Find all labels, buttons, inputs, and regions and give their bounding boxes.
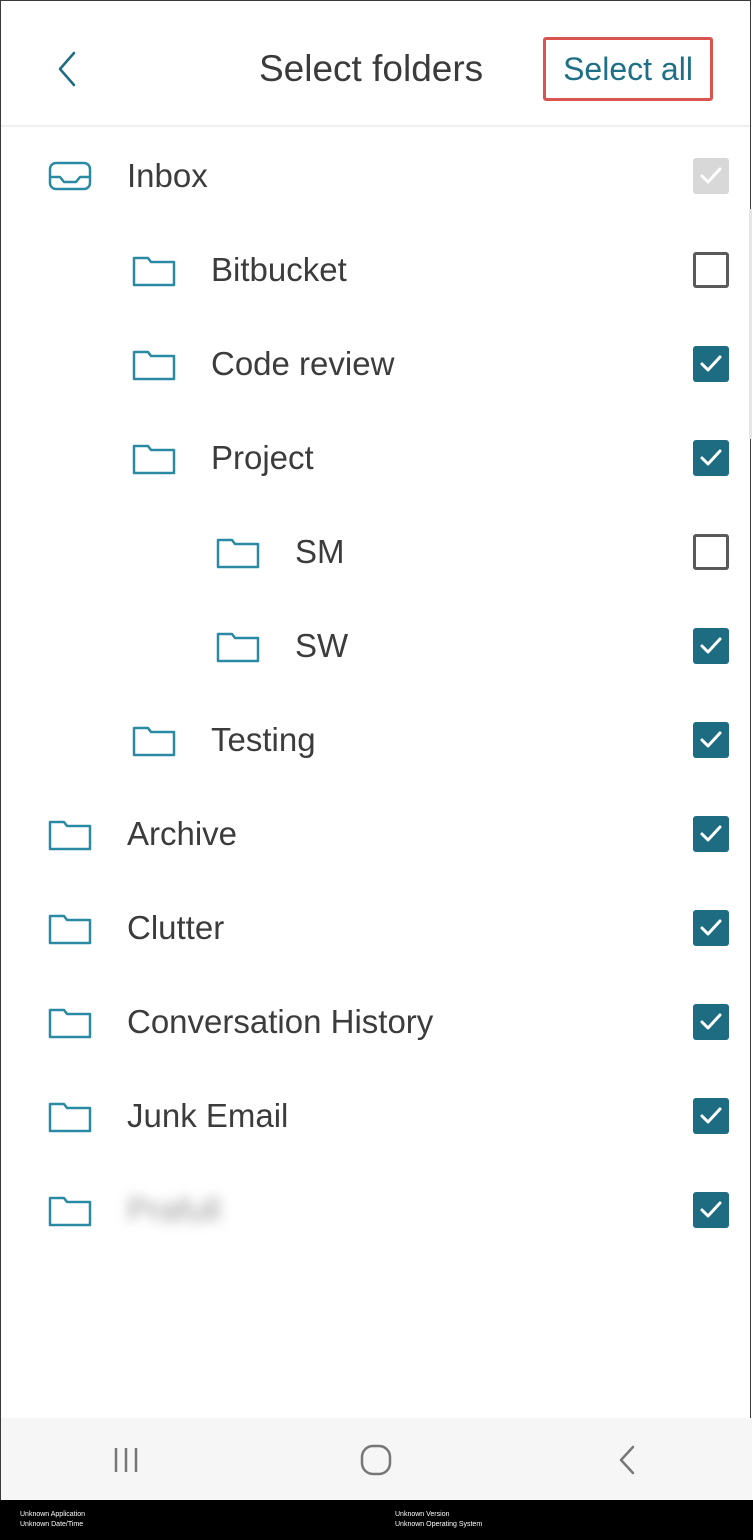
footer-version: Unknown Version (395, 1511, 450, 1518)
folder-icon (45, 1096, 95, 1136)
folder-checkbox[interactable] (693, 722, 729, 758)
folder-checkbox[interactable] (693, 1192, 729, 1228)
folder-checkbox[interactable] (693, 1098, 729, 1134)
folder-icon (45, 908, 95, 948)
folder-label: Conversation History (127, 1003, 434, 1040)
folder-row[interactable]: Testing (1, 693, 750, 787)
folder-checkbox (693, 158, 729, 194)
app-screen: Select folders Select all Inbox Bitbucket… (0, 0, 752, 1501)
chevron-left-icon (58, 51, 76, 87)
folder-row[interactable]: Project (1, 411, 750, 505)
folder-checkbox[interactable] (693, 816, 729, 852)
folder-label: Project (211, 439, 314, 476)
folder-checkbox[interactable] (693, 534, 729, 570)
select-all-button[interactable]: Select all (543, 37, 713, 101)
folder-row[interactable]: Junk Email (1, 1069, 750, 1163)
folder-label: Inbox (127, 157, 208, 194)
folder-row[interactable]: SM (1, 505, 750, 599)
folder-label: Code review (211, 345, 395, 382)
home-button[interactable] (336, 1430, 416, 1490)
folder-row[interactable]: Archive (1, 787, 750, 881)
folder-label: Prafull (127, 1191, 221, 1228)
folder-icon (45, 814, 95, 854)
footer-datetime: Unknown Date/Time (20, 1521, 84, 1528)
footer-bar: Unknown Application Unknown Date/Time Un… (0, 1500, 753, 1540)
folder-label: Clutter (127, 909, 225, 946)
folder-icon (45, 1190, 95, 1230)
folder-icon (213, 532, 263, 572)
system-back-button[interactable] (587, 1430, 667, 1490)
folder-row[interactable]: Clutter (1, 881, 750, 975)
folder-checkbox[interactable] (693, 346, 729, 382)
recent-apps-button[interactable] (86, 1430, 166, 1490)
folder-label: SW (295, 627, 349, 664)
folder-icon (45, 1002, 95, 1042)
footer-os: Unknown Operating System (395, 1521, 483, 1528)
folder-row[interactable]: SW (1, 599, 750, 693)
header: Select folders Select all (1, 1, 750, 127)
folder-icon (129, 250, 179, 290)
home-icon (361, 1444, 392, 1475)
folder-row[interactable]: Inbox (1, 129, 750, 223)
folder-icon (129, 720, 179, 760)
folder-checkbox[interactable] (693, 628, 729, 664)
footer-application: Unknown Application (20, 1511, 85, 1518)
recent-apps-icon (114, 1447, 138, 1472)
folder-checkbox[interactable] (693, 1004, 729, 1040)
back-button[interactable] (45, 43, 89, 95)
folder-icon (129, 438, 179, 478)
folder-label: Junk Email (127, 1097, 289, 1134)
inbox-icon (45, 156, 95, 196)
folder-row[interactable]: Prafull (1, 1163, 750, 1257)
folder-checkbox[interactable] (693, 440, 729, 476)
folder-icon (129, 344, 179, 384)
folder-list: Inbox Bitbucket Code review Project SM SW Test… (1, 129, 750, 1257)
folder-row[interactable]: Conversation History (1, 975, 750, 1069)
folder-checkbox[interactable] (693, 910, 729, 946)
folder-checkbox[interactable] (693, 252, 729, 288)
folder-icon (213, 626, 263, 666)
system-nav-bar (1, 1418, 752, 1501)
folder-row[interactable]: Bitbucket (1, 223, 750, 317)
back-icon (619, 1445, 635, 1474)
page-title: Select folders (259, 48, 484, 89)
folder-label: Archive (127, 815, 238, 852)
folder-label: Testing (211, 721, 316, 758)
folder-label: SM (295, 533, 345, 570)
folder-label: Bitbucket (211, 251, 347, 288)
folder-row[interactable]: Code review (1, 317, 750, 411)
